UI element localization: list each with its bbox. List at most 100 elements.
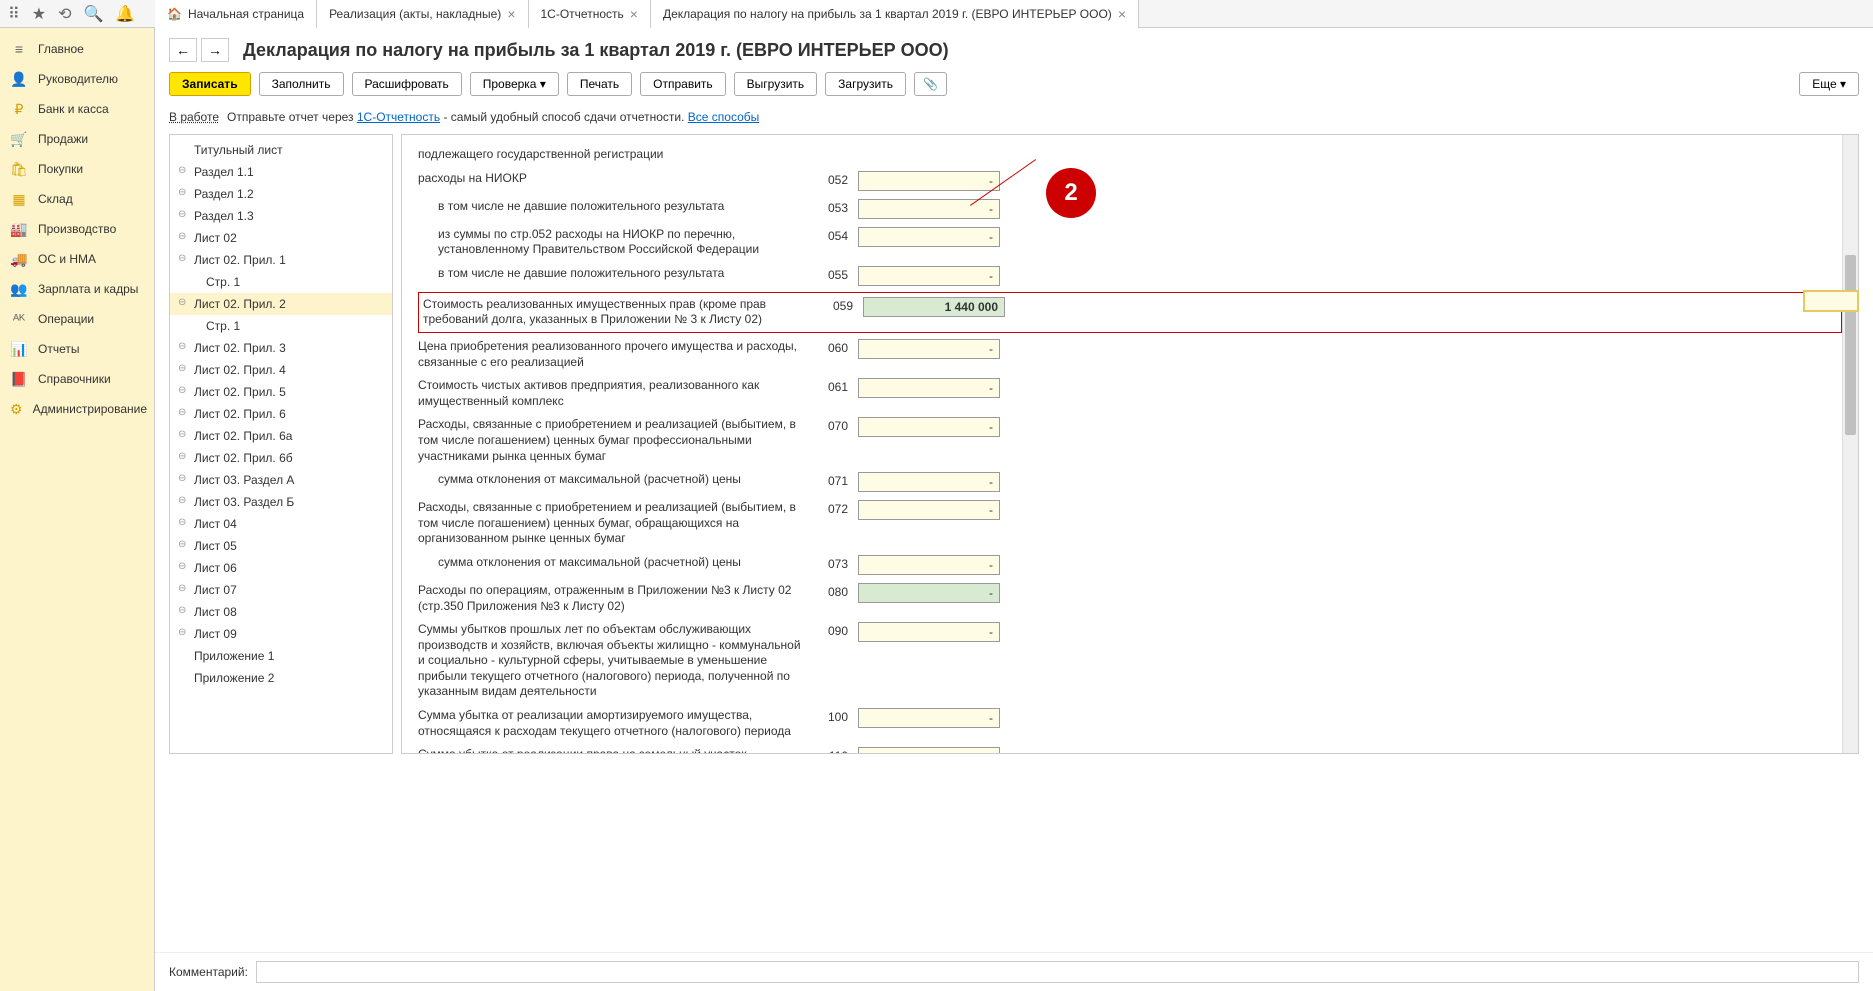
save-button[interactable]: Записать [169,72,251,96]
scrollbar[interactable] [1842,135,1858,753]
form-row: Расходы по операциям, отраженным в Прило… [418,579,1842,618]
form-row: Сумма убытка от реализации амортизируемо… [418,704,1842,743]
field-code: 100 [818,708,848,724]
tab[interactable]: 1С-Отчетность× [529,0,651,28]
nav-item[interactable]: 👤Руководителю [0,64,154,94]
attach-button[interactable]: 📎 [914,72,947,96]
nav-item[interactable]: 👥Зарплата и кадры [0,274,154,304]
tree-item[interactable]: Лист 05 [170,535,392,557]
tree-item[interactable]: Лист 02. Прил. 6 [170,403,392,425]
nav-item[interactable]: 🏭Производство [0,214,154,244]
tree-item[interactable]: Стр. 1 [170,315,392,337]
scrollbar-thumb[interactable] [1845,255,1856,435]
value-field[interactable]: - [858,555,1000,575]
nav-label: Главное [38,42,84,56]
search-icon[interactable]: 🔍 [83,4,103,24]
star-icon[interactable]: ★ [32,4,46,24]
nav-item[interactable]: 📕Справочники [0,364,154,394]
back-button[interactable]: ← [169,38,197,62]
tree-item[interactable]: Лист 08 [170,601,392,623]
nav-item[interactable]: 🛍Покупки [0,154,154,184]
import-button[interactable]: Загрузить [825,72,906,96]
check-button[interactable]: Проверка ▾ [470,72,559,96]
tree-item[interactable]: Раздел 1.1 [170,161,392,183]
value-field[interactable]: - [858,500,1000,520]
tree-item[interactable]: Лист 09 [170,623,392,645]
all-methods-link[interactable]: Все способы [688,110,760,124]
tab[interactable]: 🏠Начальная страница [155,0,317,28]
value-field[interactable]: - [858,583,1000,603]
tree-item[interactable]: Лист 06 [170,557,392,579]
fill-button[interactable]: Заполнить [259,72,344,96]
tree-item[interactable]: Лист 07 [170,579,392,601]
value-field[interactable]: - [858,227,1000,247]
tab[interactable]: Реализация (акты, накладные)× [317,0,528,28]
nav-item[interactable]: ᴬᴷОперации [0,304,154,334]
close-icon[interactable]: × [507,6,515,22]
apps-icon[interactable]: ⠿ [8,4,20,24]
field-code: 054 [818,227,848,243]
value-field[interactable]: - [858,622,1000,642]
print-button[interactable]: Печать [567,72,632,96]
nav-item[interactable]: 🛒Продажи [0,124,154,154]
tree-item[interactable]: Лист 02. Прил. 1 [170,249,392,271]
form-row: сумма отклонения от максимальной (расчет… [418,468,1842,496]
comment-input[interactable] [256,961,1859,983]
value-field[interactable]: - [858,747,1000,754]
reporting-link[interactable]: 1С-Отчетность [357,110,440,124]
nav-item[interactable]: 📊Отчеты [0,334,154,364]
nav-item[interactable]: ₽Банк и касса [0,94,154,124]
value-field[interactable]: - [858,171,1000,191]
history-icon[interactable]: ⟲ [58,4,71,24]
forward-button[interactable]: → [201,38,229,62]
tree-item[interactable]: Раздел 1.2 [170,183,392,205]
tree-item[interactable]: Лист 02. Прил. 5 [170,381,392,403]
tree-item[interactable]: Лист 02. Прил. 6б [170,447,392,469]
tab[interactable]: Декларация по налогу на прибыль за 1 ква… [651,0,1139,28]
value-field[interactable]: - [858,417,1000,437]
tree-item[interactable]: Лист 02. Прил. 2 [170,293,392,315]
export-button[interactable]: Выгрузить [734,72,818,96]
value-field[interactable]: - [858,378,1000,398]
value-field[interactable]: 1 440 000 [863,297,1005,317]
value-field[interactable]: - [858,266,1000,286]
nav-item[interactable]: ▦Склад [0,184,154,214]
close-icon[interactable]: × [630,6,638,22]
nav-item[interactable]: 🚚ОС и НМА [0,244,154,274]
form-row: в том числе не давшие положительного рез… [418,262,1842,290]
decode-button[interactable]: Расшифровать [352,72,462,96]
tree-item[interactable]: Лист 02. Прил. 3 [170,337,392,359]
nav-item[interactable]: ≡Главное [0,34,154,64]
tree-item[interactable]: Стр. 1 [170,271,392,293]
tabs-bar: 🏠Начальная страницаРеализация (акты, нак… [155,0,1139,28]
system-icons: ⠿ ★ ⟲ 🔍 🔔 [0,4,155,24]
tree-item[interactable]: Лист 02. Прил. 6а [170,425,392,447]
tree-item[interactable]: Лист 02 [170,227,392,249]
tree-item[interactable]: Лист 04 [170,513,392,535]
form-row: подлежащего государственной регистрации [418,143,1842,167]
bell-icon[interactable]: 🔔 [115,4,135,24]
nav-item[interactable]: ⚙Администрирование [0,394,154,424]
value-field[interactable]: - [858,339,1000,359]
field-label: Цена приобретения реализованного прочего… [418,339,808,370]
send-button[interactable]: Отправить [640,72,726,96]
value-field[interactable]: - [858,472,1000,492]
status-badge[interactable]: В работе [169,110,219,124]
tree-item[interactable]: Лист 03. Раздел Б [170,491,392,513]
tree-item[interactable]: Приложение 2 [170,667,392,689]
form-row: расходы на НИОКР052- [418,167,1842,195]
close-icon[interactable]: × [1118,6,1126,22]
tree-item[interactable]: Лист 02. Прил. 4 [170,359,392,381]
value-field[interactable]: - [858,708,1000,728]
nav-icon: 🛒 [10,130,28,148]
nav-label: Склад [38,192,73,206]
tree-item[interactable]: Раздел 1.3 [170,205,392,227]
top-bar: ⠿ ★ ⟲ 🔍 🔔 🏠Начальная страницаРеализация … [0,0,1873,28]
page-header: ← → Декларация по налогу на прибыль за 1… [155,28,1873,62]
section-tree[interactable]: Титульный листРаздел 1.1Раздел 1.2Раздел… [169,134,393,754]
form-area[interactable]: подлежащего государственной регистрациир… [401,134,1859,754]
tree-item[interactable]: Лист 03. Раздел А [170,469,392,491]
tree-item[interactable]: Титульный лист [170,139,392,161]
tree-item[interactable]: Приложение 1 [170,645,392,667]
more-button[interactable]: Еще ▾ [1799,72,1859,96]
